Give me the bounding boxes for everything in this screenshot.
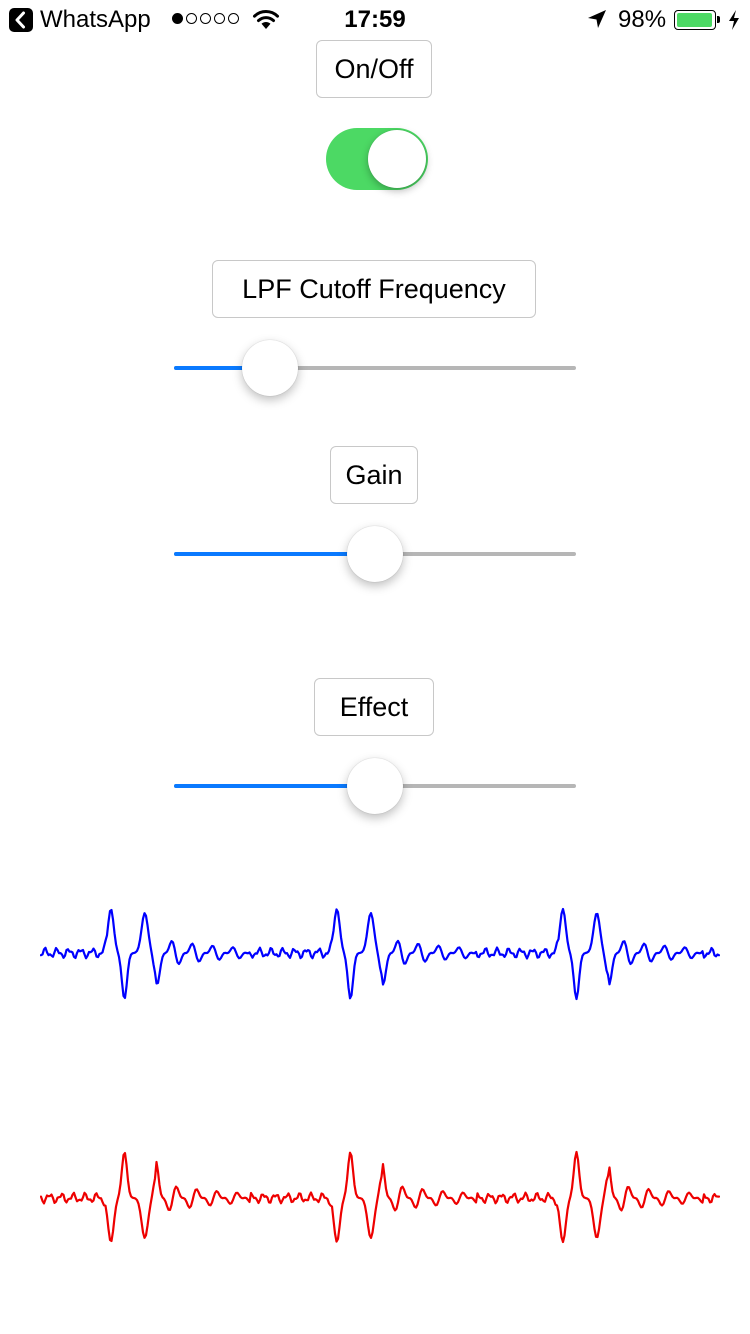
slider-track-fill (174, 552, 375, 556)
output-waveform-line (40, 1150, 720, 1244)
battery-icon (674, 10, 720, 30)
battery-nub (717, 16, 720, 23)
slider-thumb[interactable] (242, 340, 299, 396)
effect-slider[interactable] (174, 756, 576, 816)
lpf-cutoff-label: LPF Cutoff Frequency (212, 260, 536, 318)
toggle-knob[interactable] (368, 130, 426, 188)
slider-thumb[interactable] (347, 526, 403, 582)
on-off-toggle[interactable] (326, 128, 428, 190)
input-waveform-line (40, 907, 720, 1001)
input-waveform (40, 907, 720, 1001)
slider-track-fill (174, 784, 375, 788)
battery-percentage: 98% (618, 6, 667, 33)
gain-slider[interactable] (174, 524, 576, 584)
lpf-cutoff-slider[interactable] (174, 338, 576, 398)
effect-label: Effect (314, 678, 434, 736)
gain-label: Gain (330, 446, 418, 504)
slider-thumb[interactable] (347, 758, 403, 814)
on-off-label: On/Off (316, 40, 432, 98)
charging-bolt-icon (729, 10, 739, 30)
location-arrow-icon (588, 10, 606, 28)
battery-level-fill (677, 13, 713, 27)
status-bar: WhatsApp 17:59 98% (0, 0, 750, 40)
output-waveform (40, 1150, 720, 1244)
